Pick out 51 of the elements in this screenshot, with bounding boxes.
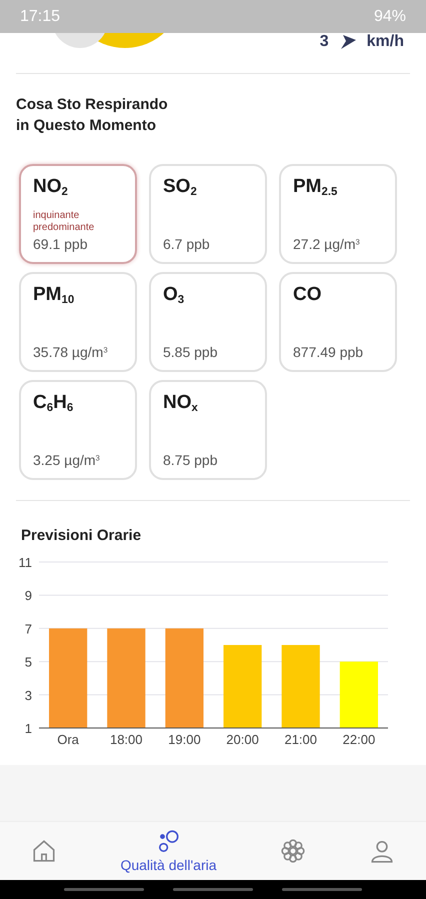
pollutant-card[interactable]: NO$_{2}$ inquinante predominante 69.1 ppb — [19, 164, 137, 264]
pollutant-card[interactable]: SO$_{2}$ 6.7 ppb — [149, 164, 267, 264]
nav-tab[interactable] — [368, 838, 394, 864]
pollutant-name: SO$_{2}$ — [163, 176, 198, 198]
nav-tab[interactable]: Qualità dell'aria — [120, 829, 217, 873]
home-icon — [31, 838, 58, 864]
pollutant-value: 5.85 ppb — [163, 344, 218, 360]
section-title: Cosa Sto Respirando in Questo Momento — [15, 95, 169, 136]
axis-label: 1 — [24, 721, 32, 736]
section-title: Previsioni Orarie — [20, 526, 142, 546]
pollutant-name: C$_{6}$H$_{6}$ — [33, 392, 74, 414]
flower-icon — [280, 838, 306, 864]
profile-icon — [368, 838, 394, 864]
pollutant-name: NO$_{2}$ — [33, 176, 69, 198]
pollutant-card[interactable]: C$_{6}$H$_{6}$ 3.25 µg/m$^{3}$ — [19, 380, 137, 480]
status-time: 17:15 — [20, 8, 60, 26]
bar — [340, 662, 378, 728]
pollutant-value: 35.78 µg/m$^{3}$ — [33, 344, 109, 360]
axis-label: 18:00 — [110, 732, 143, 746]
battery-level: 94% — [374, 8, 406, 26]
pollutant-card[interactable]: CO 877.49 ppb — [279, 272, 397, 372]
axis-label: Ora — [57, 732, 79, 746]
pollutant-value: 27.2 µg/m$^{3}$ — [293, 236, 361, 252]
axis-label: 22:00 — [342, 732, 376, 746]
pollutant-value: 8.75 ppb — [163, 452, 218, 468]
pollutant-value: 6.7 ppb — [163, 236, 211, 252]
axis-label: 19:00 — [168, 732, 201, 746]
axis-label: 7 — [24, 621, 32, 636]
pollutant-value: 3.25 µg/m$^{3}$ — [33, 452, 101, 468]
axis-label: 21:00 — [284, 732, 318, 746]
wind-unit: km/h — [366, 33, 404, 51]
pollutant-card[interactable]: O$_{3}$ 5.85 ppb — [149, 272, 267, 372]
pollutant-name: PM$_{2.5}$ — [293, 176, 338, 198]
pollutant-value: 69.1 ppb — [33, 236, 88, 252]
wind-speed: 3 — [320, 33, 329, 51]
pollutant-name: NO$_{x}$ — [163, 392, 199, 414]
pollutant-name: O$_{3}$ — [163, 284, 186, 306]
pollutant-card[interactable]: PM$_{10}$ 35.78 µg/m$^{3}$ — [19, 272, 137, 372]
nav-tab[interactable] — [31, 838, 58, 864]
axis-label: 5 — [24, 654, 32, 670]
nav-tab[interactable] — [280, 838, 306, 864]
pollutant-card[interactable]: PM$_{2.5}$ 27.2 µg/m$^{3}$ — [279, 164, 397, 264]
axis-label: 20:00 — [226, 732, 259, 746]
axis-label: 3 — [24, 688, 32, 703]
dominant-note: inquinante predominante — [33, 210, 96, 234]
axis-label: 11 — [18, 555, 32, 570]
pollutant-name: PM$_{10}$ — [33, 284, 76, 306]
pollutant-value: 877.49 ppb — [293, 344, 364, 360]
axis-label: 9 — [24, 588, 32, 604]
pollutant-name: CO — [293, 284, 322, 306]
pollutant-card[interactable]: NO$_{x}$ 8.75 ppb — [149, 380, 267, 480]
